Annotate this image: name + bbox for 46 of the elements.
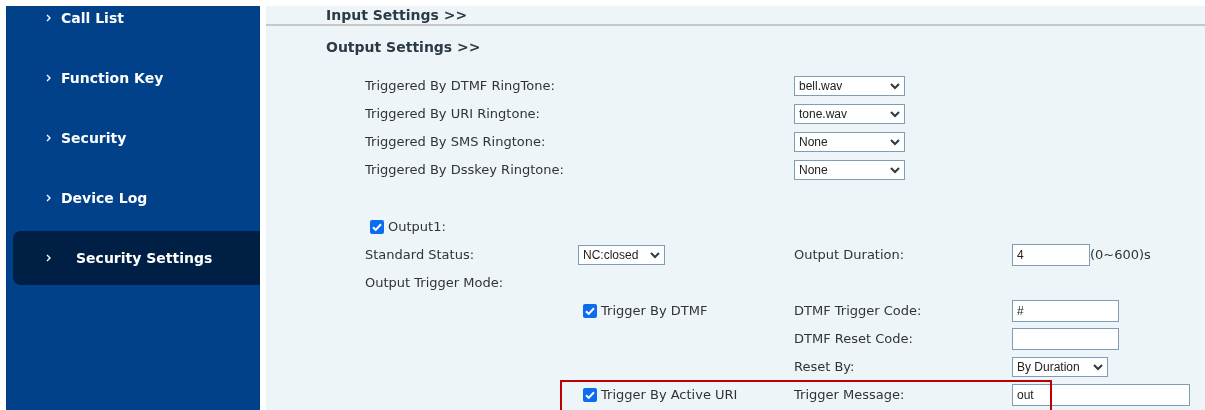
field-label: Output Duration:: [794, 246, 906, 265]
sidebar-item[interactable]: Security: [6, 111, 260, 165]
checkbox-label: Trigger By DTMF: [601, 302, 708, 321]
range-hint: (0~600)s: [1090, 246, 1151, 265]
dropdown[interactable]: By Duration: [1012, 357, 1108, 377]
dropdown[interactable]: tone.wav: [794, 104, 905, 124]
checkbox[interactable]: [583, 388, 597, 402]
chevron-right-icon: [46, 254, 51, 262]
input-field[interactable]: out: [1012, 384, 1190, 406]
field-label: Trigger Message:: [794, 386, 906, 405]
field-label: Triggered By Dsskey Ringtone:: [365, 161, 565, 180]
input-field[interactable]: [1012, 328, 1119, 350]
chevron-icon: [1093, 363, 1103, 371]
field-label: Standard Status:: [365, 246, 476, 265]
field-label: Output Trigger Mode:: [365, 274, 505, 293]
chevron-right-icon: [46, 134, 51, 142]
field-label: Reset By:: [794, 358, 856, 377]
input-field[interactable]: 4: [1012, 244, 1090, 266]
checkbox-label: Output1:: [388, 218, 446, 237]
section-heading[interactable]: Input Settings >>: [326, 4, 468, 26]
checkbox[interactable]: [583, 304, 597, 318]
dropdown[interactable]: None: [794, 132, 905, 152]
chevron-icon: [890, 82, 900, 90]
chevron-right-icon: [46, 14, 51, 22]
checkbox-label: Trigger By Active URI: [601, 386, 738, 405]
dropdown[interactable]: NC:closed: [578, 245, 665, 265]
field-label: Triggered By DTMF RingTone:: [365, 77, 556, 96]
field-label: Triggered By SMS Ringtone:: [365, 133, 547, 152]
dropdown[interactable]: None: [794, 160, 905, 180]
chevron-right-icon: [46, 74, 51, 82]
checkbox[interactable]: [370, 220, 384, 234]
sidebar-item[interactable]: Security Settings: [13, 231, 260, 285]
chevron-right-icon: [46, 194, 51, 202]
field-label: DTMF Reset Code:: [794, 330, 914, 349]
chevron-icon: [650, 251, 660, 259]
chevron-icon: [890, 110, 900, 118]
field-label: DTMF Trigger Code:: [794, 302, 923, 321]
sidebar-item[interactable]: Function Key: [6, 51, 260, 105]
sidebar-item[interactable]: Device Log: [6, 171, 260, 225]
dropdown[interactable]: bell.wav: [794, 76, 905, 96]
chevron-icon: [890, 138, 900, 146]
input-field[interactable]: #: [1012, 300, 1119, 322]
section-heading[interactable]: Output Settings >>: [326, 36, 481, 58]
sidebar-item[interactable]: Call List: [6, 0, 260, 45]
field-label: Triggered By URI Ringtone:: [365, 105, 541, 124]
chevron-icon: [890, 166, 900, 174]
